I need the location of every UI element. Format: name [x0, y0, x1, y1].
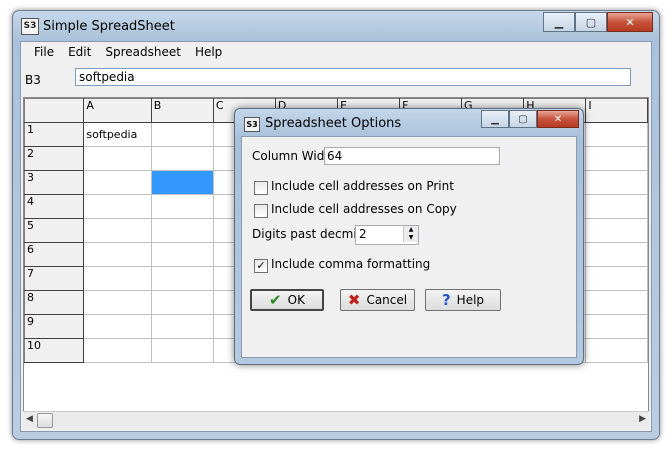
scroll-left-icon[interactable]: ◀	[26, 414, 33, 424]
grid-cell[interactable]	[585, 218, 648, 243]
grid-cell[interactable]: softpedia	[83, 122, 152, 147]
row-header[interactable]: 4	[24, 194, 85, 219]
menu-bar: File Edit Spreadsheet Help	[21, 42, 651, 62]
dialog-body: Column Width: Include cell addresses on …	[241, 136, 577, 358]
check-icon: ✔	[269, 291, 282, 309]
scroll-thumb[interactable]	[37, 413, 53, 428]
horizontal-scrollbar[interactable]: ◀ ▶	[23, 411, 649, 429]
dialog-minimize-button[interactable]: ▁	[481, 110, 509, 128]
grid-cell[interactable]	[83, 146, 152, 171]
app-icon: S3	[21, 18, 39, 35]
grid-cell[interactable]	[585, 194, 648, 219]
dialog-title: Spreadsheet Options	[265, 116, 402, 131]
grid-corner	[24, 98, 85, 123]
cancel-label: Cancel	[366, 293, 408, 307]
grid-cell[interactable]	[585, 314, 648, 339]
maximize-icon: ▢	[518, 113, 528, 125]
chk-comma-label[interactable]: Include comma formatting	[271, 257, 430, 271]
ok-button[interactable]: ✔ OK	[250, 289, 324, 311]
cancel-button[interactable]: ✖ Cancel	[340, 289, 415, 311]
grid-cell[interactable]	[150, 218, 214, 243]
grid-cell[interactable]	[83, 170, 152, 195]
grid-cell[interactable]	[83, 338, 152, 363]
maximize-icon: ▢	[585, 15, 597, 29]
cell-reference: B3	[25, 73, 41, 87]
grid-cell[interactable]	[585, 122, 648, 147]
column-width-input[interactable]	[324, 147, 500, 165]
row-header[interactable]: 8	[24, 290, 85, 315]
row-header[interactable]: 9	[24, 314, 85, 339]
menu-spreadsheet[interactable]: Spreadsheet	[98, 45, 188, 59]
column-header[interactable]: I	[585, 98, 648, 123]
menu-help[interactable]: Help	[188, 45, 229, 59]
grid-cell[interactable]	[150, 242, 214, 267]
minimize-button[interactable]: ▁	[543, 12, 575, 32]
formula-input[interactable]	[75, 68, 631, 86]
spin-down-icon[interactable]: ▼	[404, 234, 418, 242]
grid-cell[interactable]	[150, 122, 214, 147]
grid-cell[interactable]	[585, 146, 648, 171]
grid-cell[interactable]	[585, 290, 648, 315]
row-header[interactable]: 6	[24, 242, 85, 267]
title-bar[interactable]: S3 Simple SpreadSheet ▁ ▢ ✕	[13, 11, 659, 41]
grid-cell[interactable]	[150, 146, 214, 171]
window-title: Simple SpreadSheet	[43, 19, 175, 34]
grid-cell[interactable]	[585, 170, 648, 195]
grid-cell[interactable]	[150, 170, 214, 195]
digits-label: Digits past decmial:	[252, 227, 372, 241]
grid-cell[interactable]	[83, 218, 152, 243]
grid-cell[interactable]	[150, 266, 214, 291]
grid-cell[interactable]	[150, 338, 214, 363]
dialog-maximize-button[interactable]: ▢	[509, 110, 537, 128]
chk-copy-box[interactable]	[254, 204, 268, 218]
chk-comma-box[interactable]: ✓	[254, 259, 268, 273]
grid-cell[interactable]	[150, 290, 214, 315]
grid-cell[interactable]	[83, 266, 152, 291]
digits-spinner[interactable]: 2 ▲ ▼	[355, 225, 419, 245]
help-button[interactable]: ? Help	[425, 289, 501, 311]
menu-file[interactable]: File	[27, 45, 61, 59]
grid-cell[interactable]	[585, 338, 648, 363]
row-header[interactable]: 7	[24, 266, 85, 291]
close-button[interactable]: ✕	[607, 12, 653, 32]
formula-bar: B3	[21, 64, 651, 94]
dialog-close-button[interactable]: ✕	[537, 110, 579, 128]
menu-edit[interactable]: Edit	[61, 45, 98, 59]
minimize-icon: ▁	[554, 15, 564, 29]
grid-cell[interactable]	[83, 314, 152, 339]
grid-cell[interactable]	[585, 266, 648, 291]
row-header[interactable]: 1	[24, 122, 85, 147]
help-label: Help	[456, 293, 485, 307]
maximize-button[interactable]: ▢	[575, 12, 607, 32]
row-header[interactable]: 3	[24, 170, 85, 195]
chk-copy-label[interactable]: Include cell addresses on Copy	[271, 202, 457, 216]
chk-print-label[interactable]: Include cell addresses on Print	[271, 179, 454, 193]
close-icon: ✕	[553, 113, 563, 125]
grid-cell[interactable]	[83, 194, 152, 219]
grid-cell[interactable]	[150, 314, 214, 339]
help-icon: ?	[441, 291, 451, 309]
grid-cell[interactable]	[83, 242, 152, 267]
digits-value[interactable]: 2	[359, 227, 367, 241]
minimize-icon: ▁	[491, 113, 499, 125]
options-dialog: S3 Spreadsheet Options ▁ ▢ ✕ Column Widt…	[234, 108, 584, 365]
row-header[interactable]: 2	[24, 146, 85, 171]
spin-up-icon[interactable]: ▲	[404, 226, 418, 234]
row-header[interactable]: 10	[24, 338, 85, 363]
column-header[interactable]: A	[83, 98, 152, 123]
ok-label: OK	[287, 293, 305, 307]
chk-print-box[interactable]	[254, 181, 268, 195]
close-icon: ✕	[625, 15, 635, 29]
grid-cell[interactable]	[585, 242, 648, 267]
dialog-app-icon: S3	[244, 117, 260, 132]
grid-cell[interactable]	[150, 194, 214, 219]
scroll-right-icon[interactable]: ▶	[639, 414, 646, 424]
row-header[interactable]: 5	[24, 218, 85, 243]
grid-cell[interactable]	[83, 290, 152, 315]
column-header[interactable]: B	[150, 98, 214, 123]
cross-icon: ✖	[347, 291, 361, 309]
